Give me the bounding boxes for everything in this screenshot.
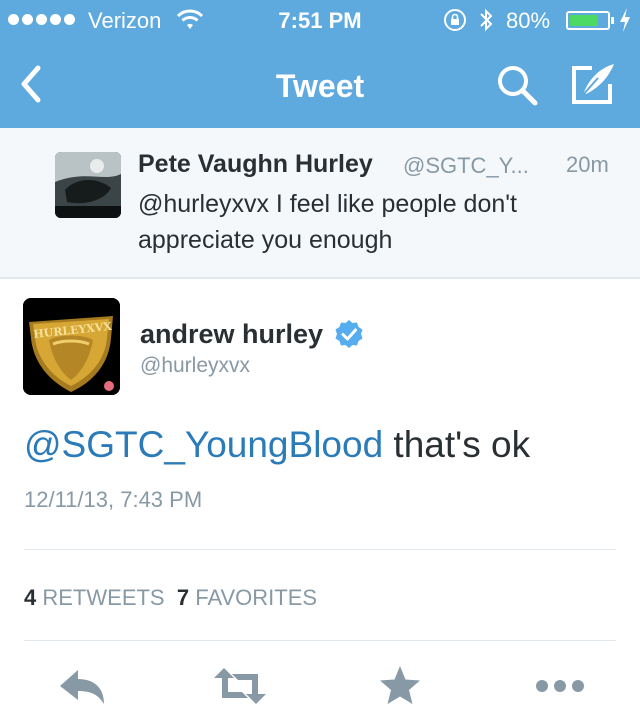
badge-avatar-image: HURLEYXVX xyxy=(23,298,120,395)
main-tweet-body: that's ok xyxy=(383,424,531,465)
favorite-icon xyxy=(380,666,420,704)
favorites-count: 7 xyxy=(176,585,190,610)
app-header: Verizon 7:51 PM 80% Tweet xyxy=(0,0,640,128)
bluetooth-icon xyxy=(478,7,494,39)
parent-tweet[interactable]: Pete Vaughn Hurley @SGTC_Y... 20m @hurle… xyxy=(0,128,640,279)
mention-link[interactable]: @SGTC_YoungBlood xyxy=(24,424,383,465)
favorite-button[interactable] xyxy=(378,662,422,710)
search-button[interactable] xyxy=(494,62,540,108)
main-author-handle: @hurleyxvx xyxy=(140,354,251,377)
rotation-lock-icon xyxy=(442,8,468,38)
reply-icon xyxy=(60,670,104,704)
charging-bolt-icon xyxy=(618,7,632,39)
more-icon xyxy=(536,680,584,692)
status-bar: Verizon 7:51 PM 80% xyxy=(0,0,640,40)
main-author-name[interactable]: andrew hurley xyxy=(140,319,323,350)
verified-badge-icon xyxy=(334,319,364,349)
favorites-stat[interactable]: 7 FAVORITES xyxy=(177,585,317,610)
reply-button[interactable] xyxy=(56,662,108,710)
retweets-label: RETWEETS xyxy=(42,585,165,610)
tweet-stats: 4 RETWEETS 7 FAVORITES xyxy=(24,585,317,611)
battery-icon xyxy=(566,11,610,30)
parent-tweet-text: @hurleyxvx I feel like people don't appr… xyxy=(138,190,517,254)
parent-tweet-time: 20m xyxy=(566,152,609,177)
parent-author-handle: @SGTC_Y... xyxy=(403,153,529,178)
parent-avatar-image xyxy=(55,152,121,218)
battery-percent: 80% xyxy=(506,8,551,33)
search-icon xyxy=(498,66,538,106)
parent-author-name[interactable]: Pete Vaughn Hurley xyxy=(138,150,373,179)
more-button[interactable] xyxy=(534,662,586,710)
nav-title: Tweet xyxy=(275,68,365,104)
favorites-label: FAVORITES xyxy=(195,585,318,610)
compose-button[interactable] xyxy=(568,60,618,108)
parent-avatar[interactable] xyxy=(55,152,121,218)
retweets-count: 4 xyxy=(24,585,37,610)
battery-tip xyxy=(611,17,614,24)
retweets-stat[interactable]: 4 RETWEETS xyxy=(24,585,165,610)
divider xyxy=(24,549,616,550)
retweet-icon xyxy=(214,668,266,704)
divider xyxy=(24,640,616,641)
compose-icon xyxy=(572,64,614,104)
main-tweet-text: @SGTC_YoungBlood that's ok xyxy=(24,424,530,466)
tweet-timestamp: 12/11/13, 7:43 PM xyxy=(24,487,203,512)
main-avatar[interactable]: HURLEYXVX xyxy=(23,298,120,395)
retweet-button[interactable] xyxy=(212,662,268,710)
